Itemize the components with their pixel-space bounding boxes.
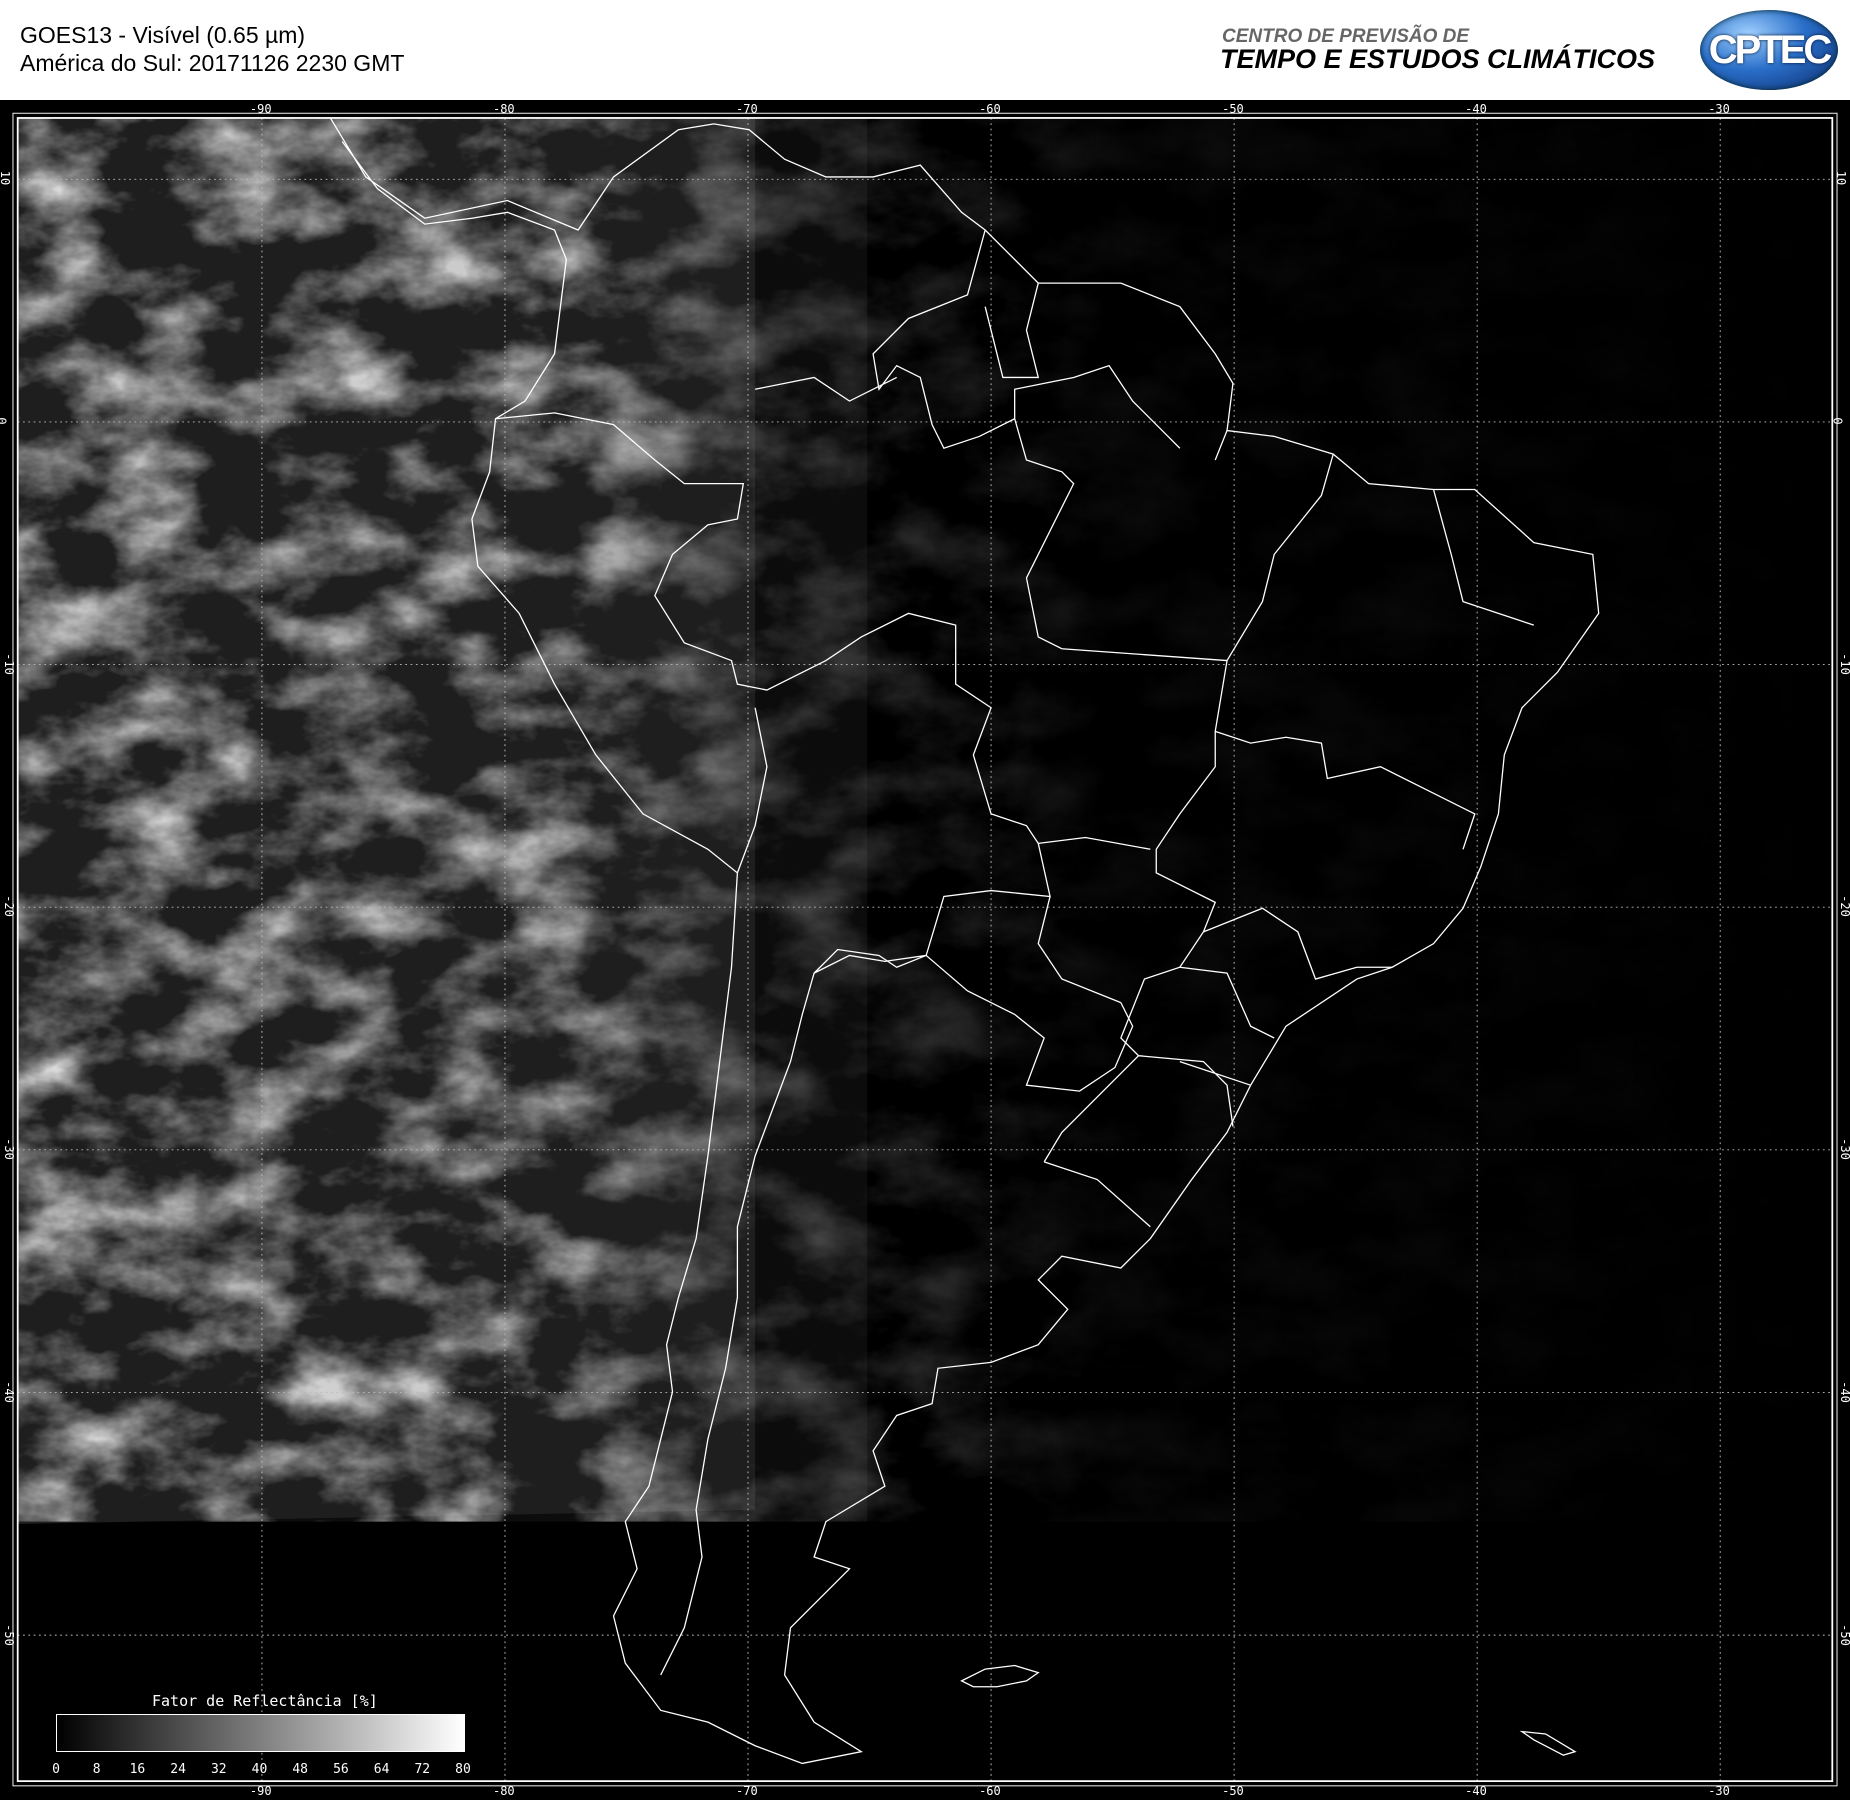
cloud-layer — [17, 117, 1833, 1522]
latitude-label-left: -50 — [1, 1623, 16, 1646]
longitude-label-top: -30 — [1708, 102, 1730, 116]
latitude-label-right: -10 — [1837, 652, 1850, 675]
longitude-label-bottom: -80 — [492, 1784, 515, 1798]
longitude-label-top: -50 — [1222, 102, 1244, 116]
latitude-label-left: 10 — [0, 171, 13, 186]
latitude-label-right: -30 — [1837, 1138, 1850, 1160]
legend-title: Fator de Reflectância [%] — [152, 1692, 378, 1710]
latitude-label-right: 0 — [1830, 417, 1845, 425]
reflectance-colorbar — [56, 1714, 465, 1752]
legend-tick-label: 24 — [170, 1762, 186, 1777]
legend-tick-label: 40 — [251, 1762, 268, 1777]
latitude-label-left: 0 — [0, 417, 9, 424]
legend-tick-label: 56 — [333, 1762, 349, 1777]
longitude-label-bottom: -50 — [1222, 1784, 1244, 1798]
satellite-map — [12, 112, 1838, 1787]
legend-tick-label: 80 — [455, 1762, 471, 1777]
latitude-label-left: -40 — [1, 1380, 16, 1403]
latitude-label-left: -10 — [1, 652, 16, 675]
legend-tick-label: 16 — [129, 1762, 146, 1777]
latitude-label-right: 10 — [1834, 171, 1849, 186]
latitude-label-right: -20 — [1837, 895, 1850, 918]
latitude-label-left: -30 — [1, 1138, 16, 1160]
latitude-label-left: -20 — [1, 895, 16, 918]
longitude-label-top: -80 — [492, 102, 515, 116]
longitude-label-top: -60 — [979, 102, 1001, 116]
latitude-label-right: -40 — [1837, 1380, 1850, 1403]
longitude-label-bottom: -30 — [1708, 1784, 1730, 1798]
latitude-label-right: -50 — [1837, 1623, 1850, 1646]
longitude-label-top: -40 — [1465, 102, 1487, 116]
longitude-label-bottom: -60 — [979, 1784, 1001, 1798]
legend-tick-label: 64 — [373, 1762, 390, 1777]
legend-tick-label: 72 — [414, 1762, 431, 1777]
longitude-label-top: -90 — [249, 102, 272, 116]
longitude-label-bottom: -90 — [249, 1784, 272, 1798]
longitude-label-bottom: -40 — [1465, 1784, 1487, 1798]
legend-tick-label: 32 — [210, 1762, 227, 1777]
longitude-label-top: -70 — [736, 102, 758, 116]
legend-tick-label: 0 — [52, 1762, 60, 1777]
legend-tick-label: 48 — [292, 1762, 309, 1777]
legend-tick-label: 8 — [92, 1762, 101, 1777]
longitude-label-bottom: -70 — [736, 1784, 758, 1798]
